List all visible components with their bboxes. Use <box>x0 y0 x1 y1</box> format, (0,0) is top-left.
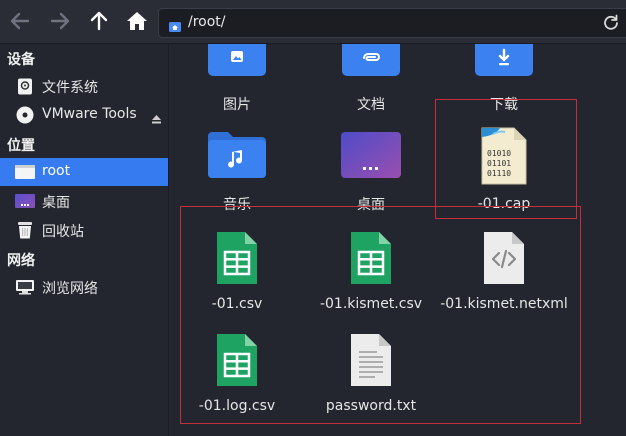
eject-icon[interactable] <box>152 109 161 128</box>
trash-icon <box>14 222 36 239</box>
section-network: 网络 <box>7 253 35 269</box>
forward-button[interactable] <box>47 8 73 34</box>
pictures-folder-icon <box>182 44 292 78</box>
home-folder-icon <box>14 164 36 180</box>
sidebar-item-label: 浏览网络 <box>42 281 98 297</box>
section-devices: 设备 <box>7 52 35 68</box>
sidebar-item-desktop[interactable]: 桌面 <box>0 187 168 215</box>
sidebar-item-label: 回收站 <box>42 224 84 240</box>
home-folder-icon <box>169 17 181 36</box>
sidebar-item-label: 桌面 <box>42 195 70 211</box>
sidebar-item-vmware-tools[interactable]: VMware Tools <box>0 101 168 129</box>
toolbar: /root/ <box>0 0 626 44</box>
section-places: 位置 <box>7 138 35 154</box>
folder-documents[interactable]: 文档 <box>316 44 426 134</box>
sidebar-item-browse-network[interactable]: 浏览网络 <box>0 273 168 301</box>
network-icon <box>14 279 36 295</box>
music-folder-icon <box>182 132 292 178</box>
drive-icon <box>14 78 36 94</box>
file-label: 图片 <box>223 97 251 113</box>
sidebar-item-label: VMware Tools <box>42 106 137 122</box>
home-icon <box>127 12 147 30</box>
up-button[interactable] <box>86 8 112 34</box>
reload-icon[interactable] <box>603 14 619 34</box>
back-button[interactable] <box>7 8 33 34</box>
highlight-box-files <box>180 206 581 424</box>
sidebar-item-label: 文件系统 <box>42 80 98 96</box>
file-label: 文档 <box>357 97 385 113</box>
arrow-left-icon <box>10 12 30 30</box>
highlight-box-cap <box>435 99 577 219</box>
sidebar: 设备 文件系统 VMware Tools 位置 root 桌面 回收站 网络 浏… <box>0 44 169 436</box>
desktop-folder-icon <box>316 132 426 178</box>
sidebar-item-trash[interactable]: 回收站 <box>0 216 168 244</box>
sidebar-item-root[interactable]: root <box>0 158 168 186</box>
downloads-folder-icon <box>449 44 559 78</box>
location-bar[interactable]: /root/ <box>158 8 626 38</box>
location-path: /root/ <box>188 14 226 30</box>
arrow-up-icon <box>90 11 108 31</box>
desktop-icon <box>14 193 36 209</box>
sidebar-item-label: root <box>42 163 71 179</box>
folder-pictures[interactable]: 图片 <box>182 44 292 134</box>
arrow-right-icon <box>50 12 70 30</box>
documents-folder-icon <box>316 44 426 78</box>
sidebar-item-filesystem[interactable]: 文件系统 <box>0 72 168 100</box>
home-button[interactable] <box>124 8 150 34</box>
disc-icon <box>14 106 36 124</box>
